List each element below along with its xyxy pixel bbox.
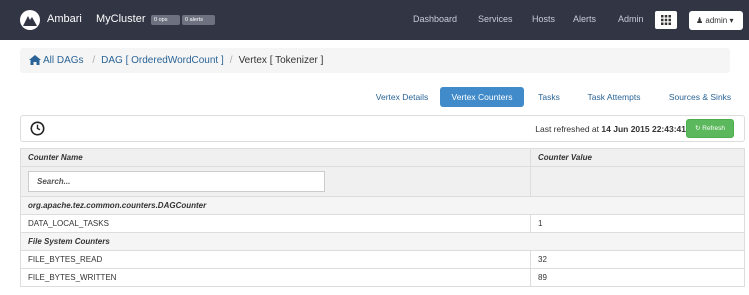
refresh-button[interactable]: ↻ Refresh (686, 119, 734, 138)
counters-table: Counter Name Counter Value org.apache.te… (20, 148, 745, 287)
tab-task-attempts[interactable]: Task Attempts (575, 87, 653, 107)
breadcrumb-all-dags-label: All DAGs (43, 55, 84, 66)
breadcrumb-all-dags[interactable]: All DAGs (29, 55, 86, 66)
caret-down-icon: ▾ (729, 16, 734, 25)
counter-name: DATA_LOCAL_TASKS (20, 214, 531, 233)
last-refreshed-text: Last refreshed at 14 Jun 2015 22:43:41 (535, 124, 686, 134)
top-navbar: Ambari MyCluster 0 ops 0 alerts Dashboar… (0, 0, 749, 40)
refresh-button-label: Refresh (702, 125, 726, 132)
header-counter-name[interactable]: Counter Name (20, 148, 531, 167)
breadcrumb-separator: / (92, 55, 96, 66)
last-refreshed-timestamp: 14 Jun 2015 22:43:41 (601, 124, 686, 134)
table-row: FILE_BYTES_READ 32 (20, 250, 745, 269)
search-cell (20, 166, 531, 197)
grid-icon (661, 15, 671, 25)
search-row (20, 166, 745, 197)
search-value-cell (530, 166, 745, 197)
refresh-icon: ↻ (694, 125, 701, 132)
breadcrumb: All DAGs / DAG [ OrderedWordCount ] / Verte… (20, 48, 730, 73)
last-refreshed-label: Last refreshed at (535, 124, 600, 134)
tab-tasks[interactable]: Tasks (531, 87, 567, 107)
nav-hosts[interactable]: Hosts (532, 14, 555, 24)
views-menu-button[interactable] (655, 11, 677, 29)
table-header-row: Counter Name Counter Value (20, 148, 745, 167)
table-row: DATA_LOCAL_TASKS 1 (20, 214, 745, 233)
breadcrumb-vertex: Vertex [ Tokenizer ] (238, 55, 324, 66)
counter-group-name: File System Counters (20, 232, 745, 251)
nav-alerts[interactable]: Alerts (573, 14, 596, 24)
nav-admin[interactable]: Admin (618, 14, 644, 24)
nav-dashboard[interactable]: Dashboard (413, 14, 457, 24)
counter-name: FILE_BYTES_READ (20, 250, 531, 269)
tab-vertex-details[interactable]: Vertex Details (367, 87, 437, 107)
counter-value: 1 (530, 214, 745, 233)
counter-value: 32 (530, 250, 745, 269)
breadcrumb-separator: / (229, 55, 233, 66)
nav-services[interactable]: Services (478, 14, 513, 24)
alerts-badge[interactable]: 0 alerts (182, 15, 215, 25)
refresh-bar: Last refreshed at 14 Jun 2015 22:43:41 ↻… (20, 115, 745, 142)
home-icon (29, 55, 41, 65)
counter-group-row: File System Counters (20, 232, 745, 251)
counter-value: 89 (530, 268, 745, 287)
clock-icon[interactable] (30, 121, 45, 136)
search-input[interactable] (28, 171, 325, 192)
tab-vertex-counters[interactable]: Vertex Counters (440, 87, 524, 107)
counter-name: FILE_BYTES_WRITTEN (20, 268, 531, 287)
user-menu-button[interactable]: ♟ admin ▾ (689, 11, 743, 30)
ambari-logo-icon[interactable] (20, 10, 40, 30)
tab-sources-sinks[interactable]: Sources & Sinks (658, 87, 742, 107)
counter-group-row: org.apache.tez.common.counters.DAGCounte… (20, 196, 745, 215)
table-row: FILE_BYTES_WRITTEN 89 (20, 268, 745, 287)
cluster-name[interactable]: MyCluster (96, 13, 146, 25)
user-icon: ♟ (696, 16, 704, 25)
ambari-logo-glyph (23, 16, 37, 26)
ops-badge[interactable]: 0 ops (151, 15, 180, 25)
header-counter-value[interactable]: Counter Value (530, 148, 745, 167)
user-name: admin (705, 16, 728, 25)
brand-name[interactable]: Ambari (47, 13, 82, 25)
counter-group-name: org.apache.tez.common.counters.DAGCounte… (20, 196, 745, 215)
breadcrumb-dag[interactable]: DAG [ OrderedWordCount ] (101, 55, 224, 66)
